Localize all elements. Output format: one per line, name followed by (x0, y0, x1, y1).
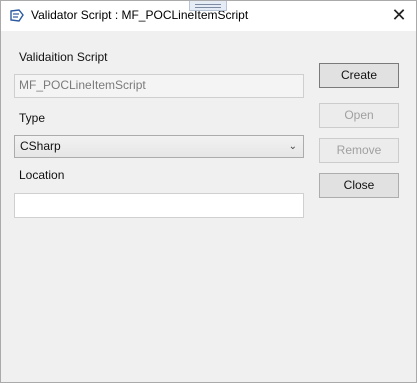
type-selected-value: CSharp (20, 139, 61, 153)
validator-script-dialog: Validator Script : MF_POCLineItemScript … (0, 0, 417, 383)
validation-script-field[interactable]: MF_POCLineItemScript (14, 74, 304, 98)
location-label: Location (19, 168, 65, 182)
location-field[interactable] (14, 193, 304, 218)
script-icon (10, 9, 24, 22)
drag-grip-handle[interactable] (189, 1, 227, 11)
close-button[interactable]: Close (319, 173, 399, 198)
validation-script-label: Validaition Script (19, 50, 108, 64)
type-label: Type (19, 111, 46, 125)
open-button[interactable]: Open (319, 103, 399, 128)
close-icon[interactable]: ✕ (385, 3, 413, 27)
remove-button[interactable]: Remove (319, 138, 399, 163)
chevron-down-icon: ⌄ (288, 141, 297, 152)
type-dropdown[interactable]: CSharp ⌄ (14, 135, 304, 158)
create-button[interactable]: Create (319, 63, 399, 88)
title-bar[interactable]: Validator Script : MF_POCLineItemScript … (1, 1, 416, 31)
